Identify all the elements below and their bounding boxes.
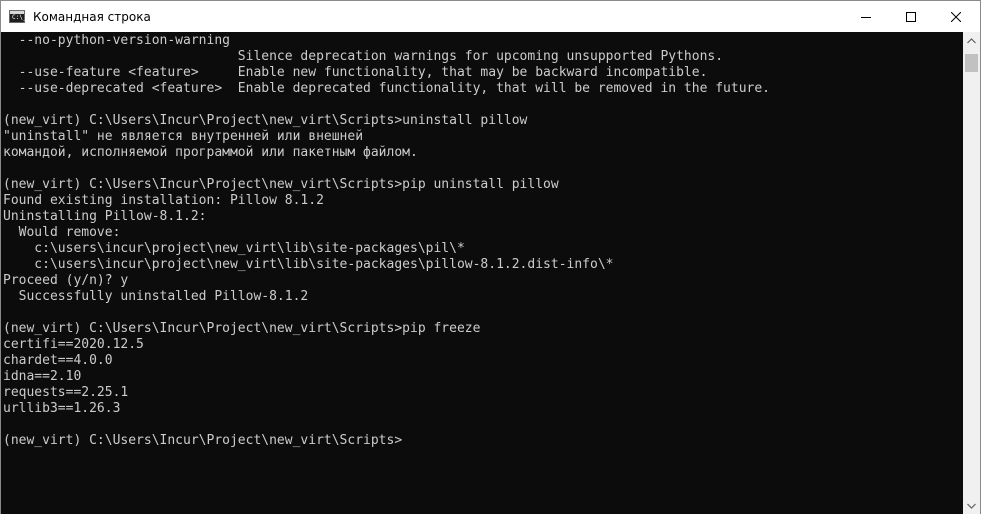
console-line: chardet==4.0.0: [3, 353, 113, 368]
close-button[interactable]: [933, 1, 978, 32]
cmd-icon-prompt: C:\_: [12, 14, 27, 21]
scroll-down-button[interactable]: [963, 497, 980, 514]
console-line: --no-python-version-warning: [3, 33, 230, 48]
console-line: Successfully uninstalled Pillow-8.1.2: [3, 289, 309, 304]
console-line: requests==2.25.1: [3, 385, 129, 400]
vertical-scrollbar[interactable]: [963, 32, 980, 514]
console-line: командой, исполняемой программой или пак…: [3, 145, 418, 160]
console-line: urllib3==1.26.3: [3, 401, 121, 416]
console-line: c:\users\incur\project\new_virt\lib\site…: [3, 257, 614, 272]
minimize-icon: [860, 16, 871, 18]
console-line: (new_virt) C:\Users\Incur\Project\new_vi…: [3, 113, 528, 128]
window-title: Командная строка: [33, 10, 151, 24]
maximize-icon: [905, 11, 916, 22]
console-line: Proceed (y/n)? y: [3, 273, 129, 288]
console-line: Would remove:: [3, 225, 121, 240]
console-window: C:\_ Командная строка --no-python-versio…: [0, 0, 981, 514]
console-line: --use-deprecated <feature> Enable deprec…: [3, 81, 771, 96]
scroll-down-arrow-icon: [967, 503, 976, 509]
console-lines: --no-python-version-warning Silence depr…: [3, 33, 770, 449]
minimize-button[interactable]: [843, 1, 888, 32]
console-line: c:\users\incur\project\new_virt\lib\site…: [3, 241, 465, 256]
close-icon: [950, 11, 961, 22]
console-line: --use-feature <feature> Enable new funct…: [3, 65, 708, 80]
console-output[interactable]: --no-python-version-warning Silence depr…: [1, 32, 963, 514]
console-line: Uninstalling Pillow-8.1.2:: [3, 209, 207, 224]
console-line: (new_virt) C:\Users\Incur\Project\new_vi…: [3, 433, 403, 448]
scroll-thumb[interactable]: [965, 54, 978, 72]
console-line: idna==2.10: [3, 369, 82, 384]
scroll-up-button[interactable]: [963, 32, 980, 49]
console-line: "uninstall" не является внутренней или в…: [3, 129, 364, 144]
console-line: (new_virt) C:\Users\Incur\Project\new_vi…: [3, 177, 559, 192]
console-line: Found existing installation: Pillow 8.1.…: [3, 193, 324, 208]
cmd-icon: C:\_: [9, 10, 27, 23]
maximize-button[interactable]: [888, 1, 933, 32]
console-line: (new_virt) C:\Users\Incur\Project\new_vi…: [3, 321, 481, 336]
console-line: Silence deprecation warnings for upcomin…: [3, 49, 724, 64]
console-line: certifi==2020.12.5: [3, 337, 144, 352]
title-bar[interactable]: C:\_ Командная строка: [1, 1, 980, 32]
scroll-up-arrow-icon: [967, 37, 976, 43]
